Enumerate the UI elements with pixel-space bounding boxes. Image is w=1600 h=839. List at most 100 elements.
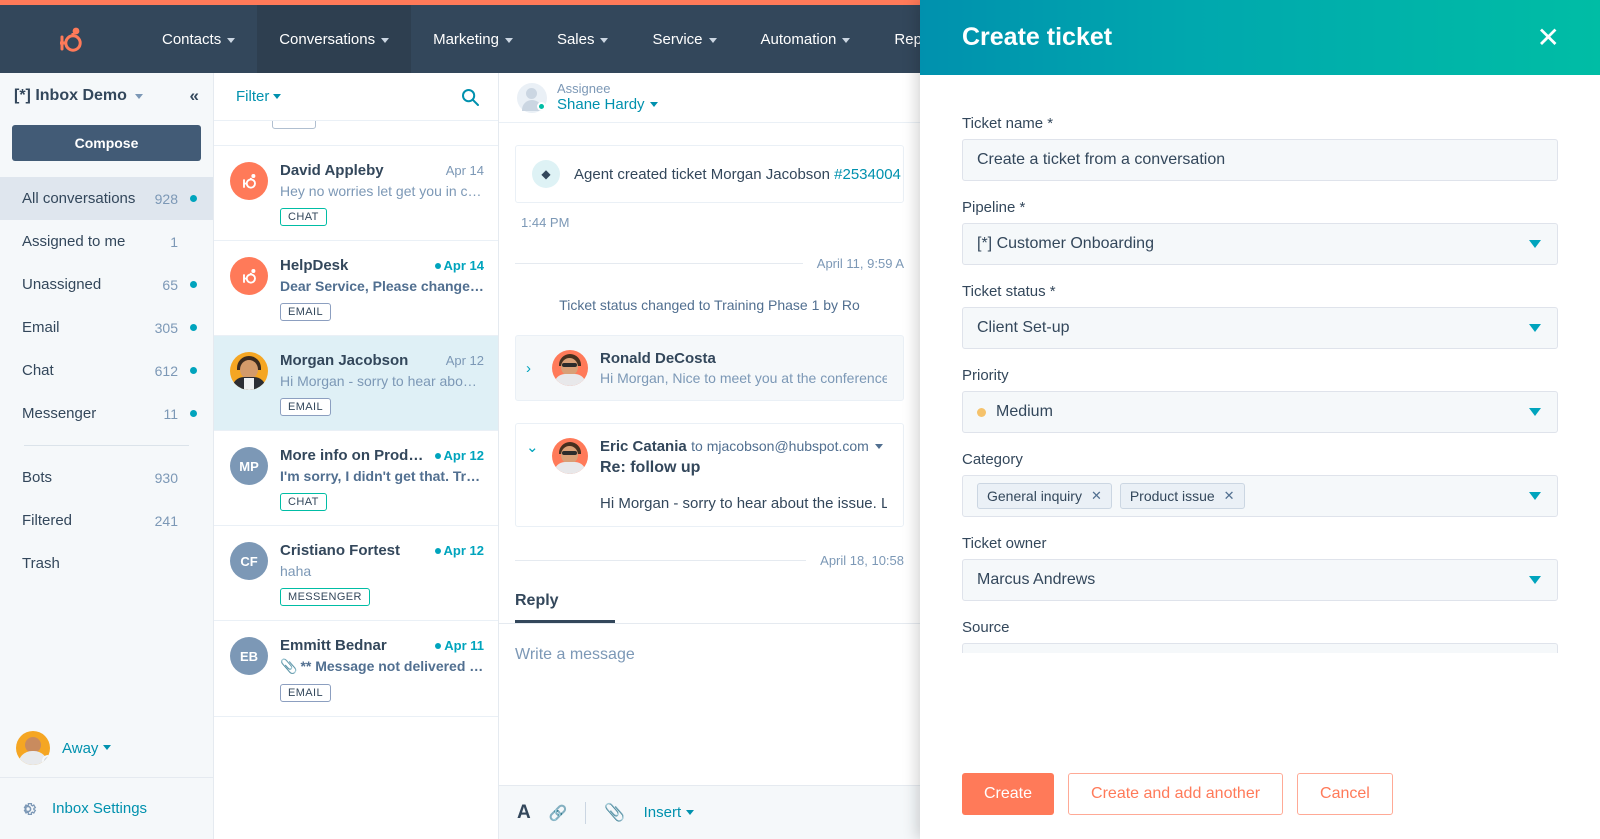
sidebar-folder-list: All conversations 928 Assigned to me 1 U… — [0, 177, 213, 585]
nav-item-contacts[interactable]: Contacts — [140, 5, 257, 73]
insert-button[interactable]: Insert — [644, 804, 695, 821]
button-label: Create — [984, 785, 1033, 802]
ticket-owner-select[interactable]: Marcus Andrews — [962, 559, 1558, 601]
reply-input[interactable]: Write a message — [499, 624, 920, 686]
ticket-link[interactable]: #2534004 — [834, 166, 901, 183]
source-select[interactable] — [962, 643, 1558, 653]
chevron-right-icon[interactable]: › — [526, 360, 540, 377]
hubspot-logo[interactable] — [0, 23, 140, 55]
sidebar-item-count: 928 — [154, 190, 178, 207]
sidebar-item-bots[interactable]: Bots 930 — [0, 456, 213, 499]
hubspot-sprocket-icon — [243, 269, 256, 284]
list-item[interactable]: CF Cristiano Fortest Apr 12 haha MESSENG… — [214, 526, 498, 621]
hubspot-sprocket-icon — [60, 27, 82, 52]
paperclip-icon[interactable]: 📎 — [604, 803, 625, 823]
unread-dot — [434, 548, 441, 554]
compose-button[interactable]: Compose — [12, 125, 201, 161]
system-event-card: ◆ Agent created ticket Morgan Jacobson #… — [515, 145, 904, 203]
close-icon[interactable]: ✕ — [1537, 23, 1560, 52]
sidebar-item-assigned-to-me[interactable]: Assigned to me 1 — [0, 220, 213, 263]
modal-header: Create ticket ✕ — [920, 0, 1600, 75]
filter-label: Filter — [236, 88, 270, 105]
avatar — [230, 257, 268, 295]
unread-dot — [435, 643, 442, 649]
message-expanded[interactable]: ⌄ Eric Catania to mjacobson@hubspot.com … — [515, 423, 904, 527]
field-value: Marcus Andrews — [977, 571, 1096, 588]
message-snippet: Hi Morgan, Nice to meet you at the confe… — [600, 370, 887, 386]
nav-item-automation[interactable]: Automation — [739, 5, 873, 73]
sidebar-item-label: Filtered — [22, 512, 73, 529]
nav-item-conversations[interactable]: Conversations — [257, 5, 412, 73]
sidebar-item-filtered[interactable]: Filtered 241 — [0, 499, 213, 542]
inbox-picker[interactable]: [*] Inbox Demo « — [0, 73, 213, 119]
chevron-down-icon — [842, 37, 851, 43]
list-item[interactable]: EB Emmitt Bednar Apr 11 📎 ** Message not … — [214, 621, 498, 717]
list-item-partial[interactable] — [214, 121, 498, 146]
field-ticket-owner: Ticket owner Marcus Andrews — [962, 535, 1558, 601]
nav-item-sales[interactable]: Sales — [535, 5, 631, 73]
avatar — [552, 350, 588, 386]
field-ticket-status: Ticket status * Client Set-up — [962, 283, 1558, 349]
create-button[interactable]: Create — [962, 773, 1055, 815]
category-tag[interactable]: Product issue ✕ — [1119, 483, 1245, 509]
field-label: Priority — [962, 367, 1009, 384]
sidebar-item-chat[interactable]: Chat 612 — [0, 349, 213, 392]
inbox-settings-label: Inbox Settings — [52, 800, 148, 817]
create-ticket-modal: Create ticket ✕ Ticket name * Create a t… — [920, 0, 1600, 839]
chevron-down-icon[interactable]: ⌄ — [526, 438, 540, 512]
close-icon[interactable]: ✕ — [1224, 488, 1235, 504]
link-icon[interactable]: 🔗 — [549, 804, 568, 822]
list-item-date: Apr 12 — [434, 448, 484, 463]
date-divider-label: April 11, 9:59 A — [816, 256, 904, 271]
sidebar-item-unassigned[interactable]: Unassigned 65 — [0, 263, 213, 306]
field-value: Medium — [996, 403, 1053, 420]
nav-item-marketing[interactable]: Marketing — [411, 5, 535, 73]
hubspot-sprocket-icon — [243, 174, 256, 189]
nav-item-service[interactable]: Service — [630, 5, 738, 73]
close-icon[interactable]: ✕ — [1091, 488, 1102, 504]
sidebar-item-count: 241 — [154, 512, 178, 529]
date-divider: April 18, 10:58 — [515, 553, 904, 568]
sidebar-item-trash[interactable]: Trash — [0, 542, 213, 585]
sidebar-item-label: Unassigned — [22, 276, 102, 293]
sidebar-item-email[interactable]: Email 305 — [0, 306, 213, 349]
sidebar-item-messenger[interactable]: Messenger 11 — [0, 392, 213, 435]
field-label: Ticket owner — [962, 535, 1047, 552]
category-multiselect[interactable]: General inquiry ✕ Product issue ✕ — [962, 475, 1558, 517]
ticket-status-select[interactable]: Client Set-up — [962, 307, 1558, 349]
sidebar-item-all-conversations[interactable]: All conversations 928 — [0, 177, 213, 220]
tab-reply[interactable]: Reply — [515, 592, 559, 620]
nav-item-label: Service — [652, 30, 703, 48]
sidebar-item-count: 1 — [170, 233, 178, 250]
priority-dot-icon — [977, 407, 986, 417]
unread-dot — [190, 560, 197, 567]
priority-select[interactable]: Medium — [962, 391, 1558, 433]
list-item[interactable]: HelpDesk Apr 14 Dear Service, Please cha… — [214, 241, 498, 336]
create-and-add-another-button[interactable]: Create and add another — [1068, 773, 1284, 815]
category-tag[interactable]: General inquiry ✕ — [977, 483, 1112, 509]
avatar: CF — [230, 542, 268, 580]
conversation-scroll[interactable]: David Appleby Apr 14 Hey no worries let … — [214, 121, 498, 839]
nav-item-label: Conversations — [279, 30, 376, 48]
message-collapsed[interactable]: › Ronald DeCosta Hi Morgan, Nice to meet… — [515, 335, 904, 401]
user-status-row[interactable]: Away — [0, 719, 214, 777]
unread-dot — [190, 367, 197, 374]
search-icon[interactable] — [460, 87, 480, 107]
chevron-down-icon[interactable] — [874, 444, 883, 449]
inbox-settings-link[interactable]: Inbox Settings — [0, 777, 214, 839]
font-color-icon[interactable]: A — [517, 802, 531, 824]
list-item[interactable]: Morgan Jacobson Apr 12 Hi Morgan - sorry… — [214, 336, 498, 431]
ticket-name-input[interactable]: Create a ticket from a conversation — [962, 139, 1558, 181]
chevron-down-icon — [649, 102, 658, 107]
field-priority: Priority Medium — [962, 367, 1558, 433]
chevron-double-left-icon[interactable]: « — [190, 86, 199, 106]
cancel-button[interactable]: Cancel — [1297, 773, 1393, 815]
filter-button[interactable]: Filter — [236, 88, 282, 105]
pipeline-select[interactable]: [*] Customer Onboarding — [962, 223, 1558, 265]
list-item[interactable]: MP More info on Produ… Apr 12 I'm sorry,… — [214, 431, 498, 526]
sidebar-item-count: 305 — [154, 319, 178, 336]
list-item[interactable]: David Appleby Apr 14 Hey no worries let … — [214, 146, 498, 241]
assignee-picker[interactable]: Shane Hardy — [557, 96, 658, 114]
avatar: MP — [230, 447, 268, 485]
list-item-preview: haha — [280, 563, 312, 579]
